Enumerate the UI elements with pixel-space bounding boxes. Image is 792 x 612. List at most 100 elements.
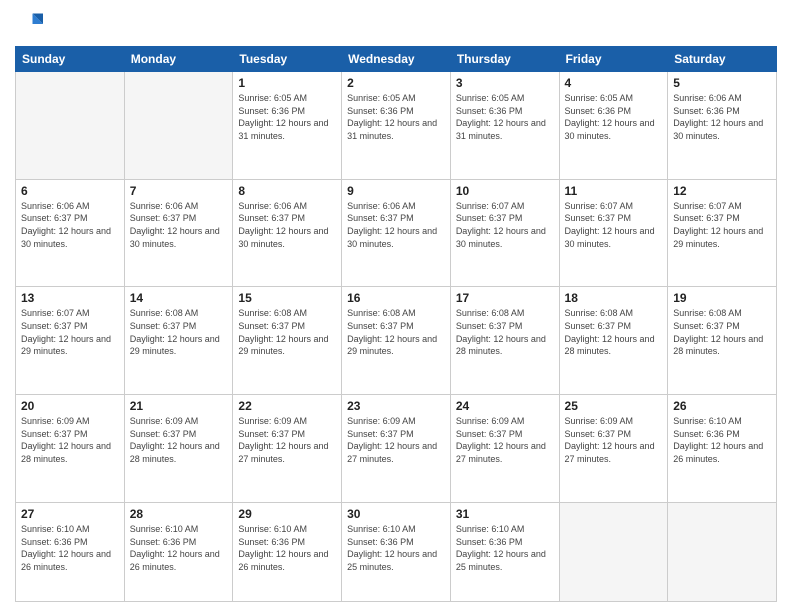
day-info: Sunrise: 6:08 AM Sunset: 6:37 PM Dayligh… (673, 307, 771, 357)
day-info: Sunrise: 6:09 AM Sunset: 6:37 PM Dayligh… (565, 415, 663, 465)
day-info: Sunrise: 6:05 AM Sunset: 6:36 PM Dayligh… (565, 92, 663, 142)
day-number: 27 (21, 507, 119, 521)
calendar-cell: 21Sunrise: 6:09 AM Sunset: 6:37 PM Dayli… (124, 395, 233, 503)
calendar-cell: 27Sunrise: 6:10 AM Sunset: 6:36 PM Dayli… (16, 502, 125, 601)
day-number: 17 (456, 291, 554, 305)
day-info: Sunrise: 6:09 AM Sunset: 6:37 PM Dayligh… (238, 415, 336, 465)
day-number: 24 (456, 399, 554, 413)
calendar-table: SundayMondayTuesdayWednesdayThursdayFrid… (15, 46, 777, 602)
calendar-week-row: 1Sunrise: 6:05 AM Sunset: 6:36 PM Daylig… (16, 72, 777, 180)
calendar-header-row: SundayMondayTuesdayWednesdayThursdayFrid… (16, 47, 777, 72)
day-info: Sunrise: 6:08 AM Sunset: 6:37 PM Dayligh… (130, 307, 228, 357)
calendar-cell: 18Sunrise: 6:08 AM Sunset: 6:37 PM Dayli… (559, 287, 668, 395)
logo-icon (15, 10, 43, 38)
day-info: Sunrise: 6:08 AM Sunset: 6:37 PM Dayligh… (347, 307, 445, 357)
day-number: 18 (565, 291, 663, 305)
day-number: 26 (673, 399, 771, 413)
calendar-cell: 29Sunrise: 6:10 AM Sunset: 6:36 PM Dayli… (233, 502, 342, 601)
day-number: 13 (21, 291, 119, 305)
day-info: Sunrise: 6:09 AM Sunset: 6:37 PM Dayligh… (21, 415, 119, 465)
calendar-week-row: 13 Sunrise: 6:07 AM Sunset: 6:37 PM Dayli… (16, 287, 777, 395)
day-number: 6 (21, 184, 119, 198)
day-info: Sunrise: 6:06 AM Sunset: 6:37 PM Dayligh… (238, 200, 336, 250)
calendar-cell: 14 Sunrise: 6:08 AM Sunset: 6:37 PM Dayli… (124, 287, 233, 395)
day-number: 4 (565, 76, 663, 90)
calendar-cell: 25 Sunrise: 6:09 AM Sunset: 6:37 PM Dayli… (559, 395, 668, 503)
day-number: 19 (673, 291, 771, 305)
day-number: 15 (238, 291, 336, 305)
day-info: Sunrise: 6:08 AM Sunset: 6:37 PM Dayligh… (456, 307, 554, 357)
day-number: 12 (673, 184, 771, 198)
day-info: Sunrise: 6:06 AM Sunset: 6:37 PM Dayligh… (347, 200, 445, 250)
day-number: 11 (565, 184, 663, 198)
day-number: 7 (130, 184, 228, 198)
day-number: 2 (347, 76, 445, 90)
day-header-saturday: Saturday (668, 47, 777, 72)
day-info: Sunrise: 6:09 AM Sunset: 6:37 PM Dayligh… (456, 415, 554, 465)
day-number: 8 (238, 184, 336, 198)
calendar-cell: 30Sunrise: 6:10 AM Sunset: 6:36 PM Dayli… (342, 502, 451, 601)
day-info: Sunrise: 6:10 AM Sunset: 6:36 PM Dayligh… (456, 523, 554, 573)
day-header-sunday: Sunday (16, 47, 125, 72)
day-info: Sunrise: 6:09 AM Sunset: 6:37 PM Dayligh… (347, 415, 445, 465)
calendar-cell (668, 502, 777, 601)
calendar-cell: 23 Sunrise: 6:09 AM Sunset: 6:37 PM Dayli… (342, 395, 451, 503)
day-header-thursday: Thursday (450, 47, 559, 72)
calendar-cell: 22 Sunrise: 6:09 AM Sunset: 6:37 PM Dayli… (233, 395, 342, 503)
calendar-cell: 16 Sunrise: 6:08 AM Sunset: 6:37 PM Dayli… (342, 287, 451, 395)
calendar-cell (16, 72, 125, 180)
calendar-week-row: 6 Sunrise: 6:06 AM Sunset: 6:37 PM Daylig… (16, 179, 777, 287)
day-info: Sunrise: 6:07 AM Sunset: 6:37 PM Dayligh… (565, 200, 663, 250)
day-info: Sunrise: 6:06 AM Sunset: 6:37 PM Dayligh… (21, 200, 119, 250)
logo (15, 10, 47, 38)
day-header-tuesday: Tuesday (233, 47, 342, 72)
calendar-cell: 7Sunrise: 6:06 AM Sunset: 6:37 PM Daylig… (124, 179, 233, 287)
calendar-cell: 13 Sunrise: 6:07 AM Sunset: 6:37 PM Dayli… (16, 287, 125, 395)
day-header-wednesday: Wednesday (342, 47, 451, 72)
day-info: Sunrise: 6:10 AM Sunset: 6:36 PM Dayligh… (238, 523, 336, 573)
header (15, 10, 777, 38)
day-number: 31 (456, 507, 554, 521)
calendar-cell: 19 Sunrise: 6:08 AM Sunset: 6:37 PM Dayli… (668, 287, 777, 395)
day-info: Sunrise: 6:07 AM Sunset: 6:37 PM Dayligh… (21, 307, 119, 357)
calendar-cell: 6 Sunrise: 6:06 AM Sunset: 6:37 PM Daylig… (16, 179, 125, 287)
calendar-cell: 4 Sunrise: 6:05 AM Sunset: 6:36 PM Daylig… (559, 72, 668, 180)
calendar-cell: 2 Sunrise: 6:05 AM Sunset: 6:36 PM Daylig… (342, 72, 451, 180)
calendar-cell: 10 Sunrise: 6:07 AM Sunset: 6:37 PM Dayli… (450, 179, 559, 287)
day-header-monday: Monday (124, 47, 233, 72)
calendar-cell: 5 Sunrise: 6:06 AM Sunset: 6:36 PM Daylig… (668, 72, 777, 180)
day-info: Sunrise: 6:05 AM Sunset: 6:36 PM Dayligh… (238, 92, 336, 142)
calendar-cell: 15 Sunrise: 6:08 AM Sunset: 6:37 PM Dayli… (233, 287, 342, 395)
page: SundayMondayTuesdayWednesdayThursdayFrid… (0, 0, 792, 612)
day-info: Sunrise: 6:05 AM Sunset: 6:36 PM Dayligh… (456, 92, 554, 142)
calendar-week-row: 20 Sunrise: 6:09 AM Sunset: 6:37 PM Dayli… (16, 395, 777, 503)
calendar-cell: 3 Sunrise: 6:05 AM Sunset: 6:36 PM Daylig… (450, 72, 559, 180)
day-number: 22 (238, 399, 336, 413)
calendar-cell: 1Sunrise: 6:05 AM Sunset: 6:36 PM Daylig… (233, 72, 342, 180)
day-info: Sunrise: 6:10 AM Sunset: 6:36 PM Dayligh… (673, 415, 771, 465)
calendar-cell: 26 Sunrise: 6:10 AM Sunset: 6:36 PM Dayli… (668, 395, 777, 503)
day-number: 20 (21, 399, 119, 413)
day-info: Sunrise: 6:07 AM Sunset: 6:37 PM Dayligh… (673, 200, 771, 250)
day-number: 9 (347, 184, 445, 198)
calendar-cell: 12 Sunrise: 6:07 AM Sunset: 6:37 PM Dayli… (668, 179, 777, 287)
calendar-cell (559, 502, 668, 601)
day-number: 3 (456, 76, 554, 90)
calendar-cell (124, 72, 233, 180)
day-info: Sunrise: 6:10 AM Sunset: 6:36 PM Dayligh… (347, 523, 445, 573)
day-info: Sunrise: 6:08 AM Sunset: 6:37 PM Dayligh… (238, 307, 336, 357)
day-number: 5 (673, 76, 771, 90)
day-info: Sunrise: 6:06 AM Sunset: 6:36 PM Dayligh… (673, 92, 771, 142)
calendar-cell: 31 Sunrise: 6:10 AM Sunset: 6:36 PM Dayli… (450, 502, 559, 601)
day-info: Sunrise: 6:07 AM Sunset: 6:37 PM Dayligh… (456, 200, 554, 250)
day-number: 23 (347, 399, 445, 413)
day-info: Sunrise: 6:10 AM Sunset: 6:36 PM Dayligh… (130, 523, 228, 573)
day-number: 10 (456, 184, 554, 198)
calendar-cell: 24 Sunrise: 6:09 AM Sunset: 6:37 PM Dayli… (450, 395, 559, 503)
day-number: 14 (130, 291, 228, 305)
calendar-cell: 8 Sunrise: 6:06 AM Sunset: 6:37 PM Daylig… (233, 179, 342, 287)
day-number: 16 (347, 291, 445, 305)
day-number: 25 (565, 399, 663, 413)
day-header-friday: Friday (559, 47, 668, 72)
day-info: Sunrise: 6:05 AM Sunset: 6:36 PM Dayligh… (347, 92, 445, 142)
